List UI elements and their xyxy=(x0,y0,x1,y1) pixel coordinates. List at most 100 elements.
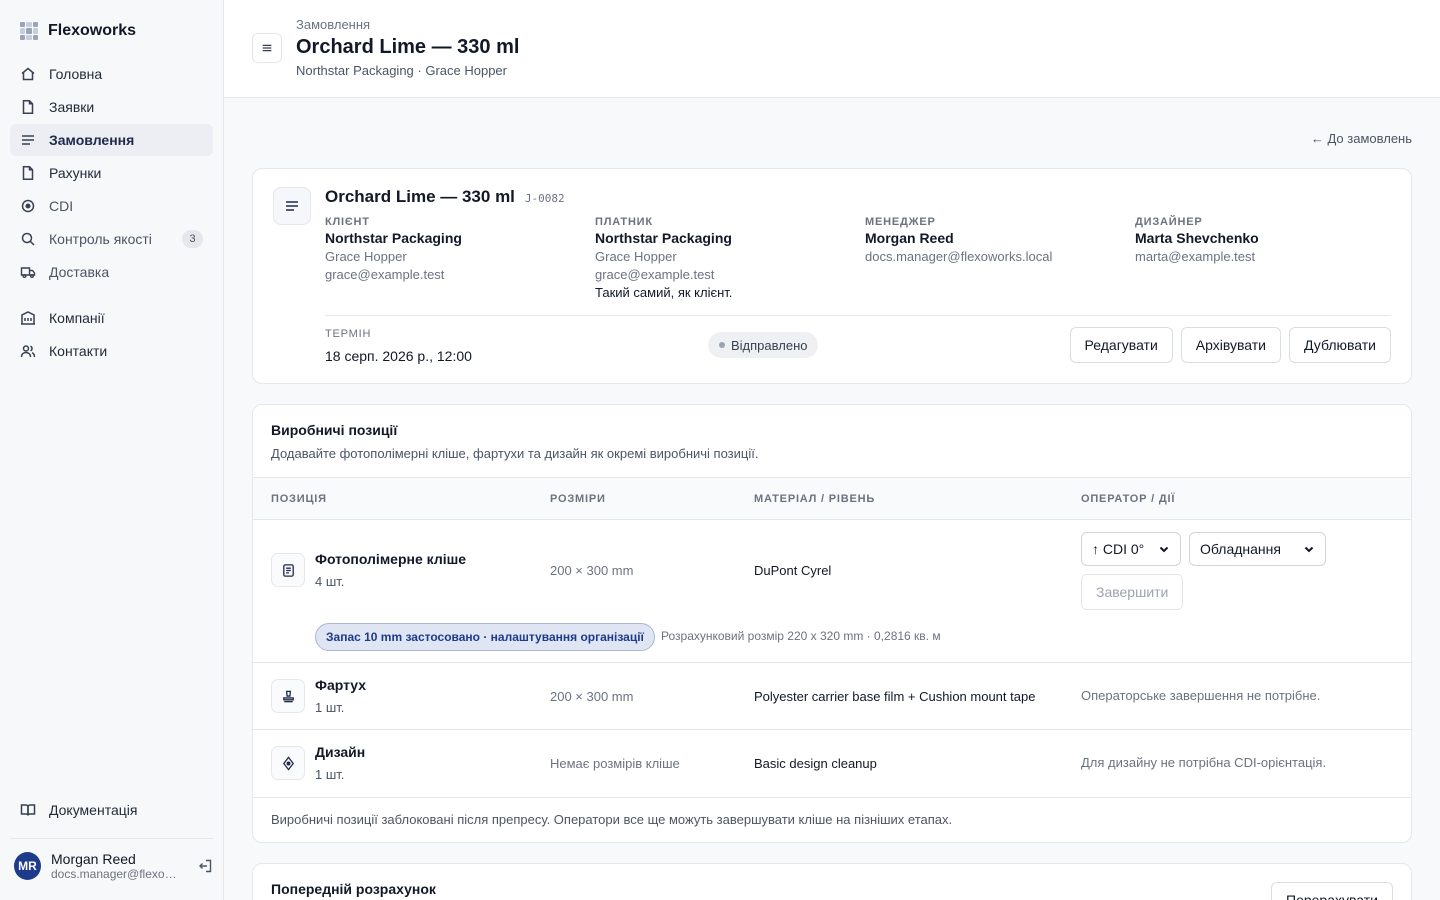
designer-name: Marta Shevchenko xyxy=(1135,230,1259,246)
equipment-select[interactable]: Обладнання xyxy=(1189,532,1326,566)
production-items-card: Виробничі позиції Додавайте фотополімерн… xyxy=(252,404,1412,843)
payer-contact: Grace Hopper xyxy=(595,249,677,264)
sidebar-item-label: CDI xyxy=(49,198,74,214)
sidebar-item-quality[interactable]: Контроль якості 3 xyxy=(10,223,213,255)
operator-note: Операторське завершення не потрібне. xyxy=(1081,688,1321,703)
menu-toggle-button[interactable] xyxy=(252,33,282,63)
payer-block: Платник Northstar Packaging Grace Hopper… xyxy=(595,216,855,300)
section-description: Додавайте фотополімерні кліше, фартухи т… xyxy=(271,446,759,461)
column-header: ПОЗИЦІЯ xyxy=(271,493,327,505)
item-name: Дизайн xyxy=(315,744,366,760)
divider xyxy=(325,315,1391,316)
row-divider xyxy=(253,662,1411,663)
sidebar-item-orders[interactable]: Замовлення xyxy=(10,124,213,156)
item-name: Фартух xyxy=(315,677,367,693)
home-icon xyxy=(20,66,36,82)
operator-note: Для дизайну не потрібна CDI-орієнтація. xyxy=(1081,755,1327,770)
hamburger-icon xyxy=(262,44,272,52)
payer-label: Платник xyxy=(595,216,653,228)
job-title: Orchard Lime — 330 ml xyxy=(325,187,515,206)
file-icon xyxy=(20,99,36,115)
avatar[interactable]: MR xyxy=(14,852,41,880)
logout-icon[interactable] xyxy=(197,858,213,874)
item-material: Polyester carrier base film + Cushion mo… xyxy=(754,689,1036,704)
column-header: МАТЕРІАЛ / РІВЕНЬ xyxy=(754,493,876,505)
book-icon xyxy=(20,802,36,818)
sidebar-item-label: Контроль якості xyxy=(49,231,152,247)
locked-items-note: Виробничі позиції заблоковані після преп… xyxy=(271,812,953,827)
cdi-orientation-select[interactable]: ↑ CDI 0° xyxy=(1081,532,1181,566)
back-to-orders-link[interactable]: ← До замовлень xyxy=(1311,131,1412,146)
edit-button[interactable]: Редагувати xyxy=(1069,327,1173,363)
chevron-down-icon xyxy=(1159,546,1169,553)
brand-logo-icon xyxy=(20,22,38,40)
file-icon xyxy=(20,165,36,181)
client-contact: Grace Hopper xyxy=(325,249,407,264)
sidebar-item-cdi[interactable]: CDI xyxy=(10,190,213,222)
sidebar-item-invoices[interactable]: Рахунки xyxy=(10,157,213,189)
status-badge: Відправлено xyxy=(708,332,819,358)
job-summary-card: Orchard Lime — 330 ml J-0082 Клієнт Nort… xyxy=(252,168,1412,384)
order-list-icon xyxy=(273,187,311,225)
breadcrumb[interactable]: Замовлення xyxy=(296,17,370,32)
manager-name: Morgan Reed xyxy=(865,230,954,246)
manager-block: Менеджер Morgan Reed docs.manager@flexow… xyxy=(865,216,1125,264)
table-header: ПОЗИЦІЯ РОЗМІРИ МАТЕРІАЛ / РІВЕНЬ ОПЕРАТ… xyxy=(253,477,1411,520)
item-quantity: 1 шт. xyxy=(315,767,345,782)
client-label: Клієнт xyxy=(325,216,370,228)
sidebar-item-docs[interactable]: Документація xyxy=(10,794,213,826)
item-dimensions: 200 × 300 mm xyxy=(550,563,634,578)
page-title: Orchard Lime — 330 ml xyxy=(296,36,520,58)
page-subtitle: Northstar Packaging · Grace Hopper xyxy=(296,63,507,78)
users-icon xyxy=(20,343,36,359)
user-info: Morgan Reed docs.manager@flexoworks.loca… xyxy=(51,851,179,881)
item-material: DuPont Cyrel xyxy=(754,563,832,578)
estimate-card: Попередній розрахунок Перерахувати xyxy=(252,863,1412,900)
sidebar-item-label: Компанії xyxy=(49,310,105,326)
user-panel: MR Morgan Reed docs.manager@flexoworks.l… xyxy=(10,838,213,881)
user-email: docs.manager@flexoworks.local xyxy=(51,867,179,881)
quality-count-badge: 3 xyxy=(182,230,203,248)
search-icon xyxy=(20,231,36,247)
archive-button[interactable]: Архівувати xyxy=(1180,327,1281,363)
sidebar-item-label: Контакти xyxy=(49,343,108,359)
client-block: Клієнт Northstar Packaging Grace Hopper … xyxy=(325,216,585,282)
target-icon xyxy=(20,198,36,214)
column-header: ОПЕРАТОР / ДІЇ xyxy=(1081,493,1176,505)
sidebar-item-companies[interactable]: Компанії xyxy=(10,302,213,334)
status-dot-icon xyxy=(719,342,725,348)
status-label: Відправлено xyxy=(731,337,808,353)
brand[interactable]: Flexoworks xyxy=(20,22,136,40)
client-email: grace@example.test xyxy=(325,267,445,282)
sidebar-item-contacts[interactable]: Контакти xyxy=(10,335,213,367)
recalculate-button[interactable]: Перерахувати xyxy=(1271,882,1393,900)
sidebar-item-home[interactable]: Головна xyxy=(10,58,213,90)
duplicate-button[interactable]: Дублювати xyxy=(1289,327,1391,363)
docs-link-wrap: Документація xyxy=(10,794,213,827)
building-icon xyxy=(20,310,36,326)
estimate-title: Попередній розрахунок xyxy=(271,881,436,897)
designer-email: marta@example.test xyxy=(1135,249,1256,264)
brand-name: Flexoworks xyxy=(48,22,137,39)
row-divider xyxy=(253,729,1411,730)
item-quantity: 1 шт. xyxy=(315,700,345,715)
page-header: Замовлення Orchard Lime — 330 ml Northst… xyxy=(224,0,1440,98)
sidebar: Flexoworks Головна Заявки Замовлення Рах… xyxy=(0,0,224,900)
chevron-down-icon xyxy=(1304,546,1314,553)
complete-button[interactable]: Завершити xyxy=(1081,574,1184,610)
job-actions: Редагувати Архівувати Дублювати xyxy=(1069,327,1391,363)
job-code: J-0082 xyxy=(524,192,565,205)
sidebar-item-label: Головна xyxy=(49,66,103,82)
sidebar-item-delivery[interactable]: Доставка xyxy=(10,256,213,288)
stamp-icon xyxy=(271,679,305,713)
user-name: Morgan Reed xyxy=(51,851,136,867)
payer-name[interactable]: Northstar Packaging xyxy=(595,230,855,246)
sidebar-item-requests[interactable]: Заявки xyxy=(10,91,213,123)
manager-label: Менеджер xyxy=(865,216,936,228)
truck-icon xyxy=(20,264,36,280)
main-content: ← До замовлень Orchard Lime — 330 ml J-0… xyxy=(224,98,1440,900)
margin-applied-badge: Запас 10 mm застосовано · налаштування о… xyxy=(315,623,655,651)
client-name[interactable]: Northstar Packaging xyxy=(325,230,585,246)
item-quantity: 4 шт. xyxy=(315,574,345,589)
section-title: Виробничі позиції xyxy=(271,422,398,438)
